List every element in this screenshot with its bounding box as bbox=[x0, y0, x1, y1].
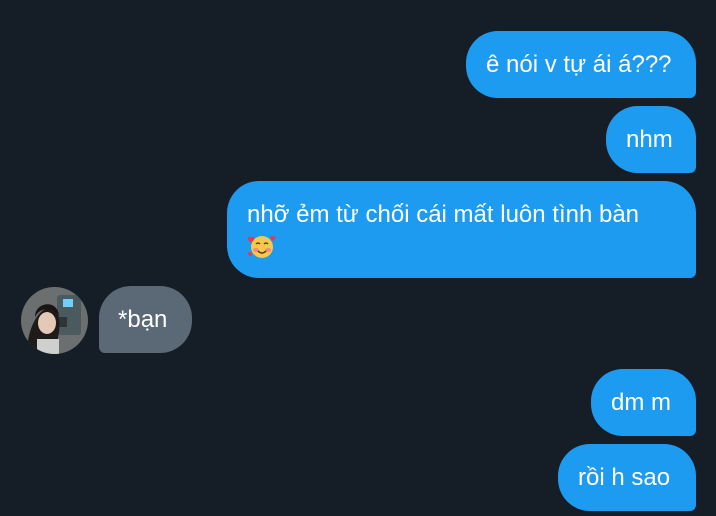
sent-message[interactable]: rồi h sao bbox=[558, 444, 696, 511]
message-text: nhm bbox=[626, 126, 673, 153]
message-text: nhỡ ẻm từ chối cái mất luôn tình bàn bbox=[247, 201, 640, 228]
sent-message[interactable]: ê nói v tự ái á??? bbox=[466, 31, 696, 98]
message-text: *bạn bbox=[118, 306, 168, 333]
smiling-face-with-hearts-icon bbox=[247, 235, 276, 258]
avatar[interactable] bbox=[21, 287, 88, 354]
sent-message[interactable]: dm m bbox=[591, 369, 696, 436]
contact-avatar-image bbox=[21, 287, 88, 354]
message-text: dm m bbox=[611, 389, 671, 416]
message-text: rồi h sao bbox=[578, 464, 671, 491]
message-text: ê nói v tự ái á??? bbox=[486, 51, 672, 78]
received-message[interactable]: *bạn bbox=[99, 286, 192, 353]
sent-message[interactable]: nhỡ ẻm từ chối cái mất luôn tình bàn bbox=[227, 181, 696, 278]
sent-message[interactable]: nhm bbox=[606, 106, 696, 173]
